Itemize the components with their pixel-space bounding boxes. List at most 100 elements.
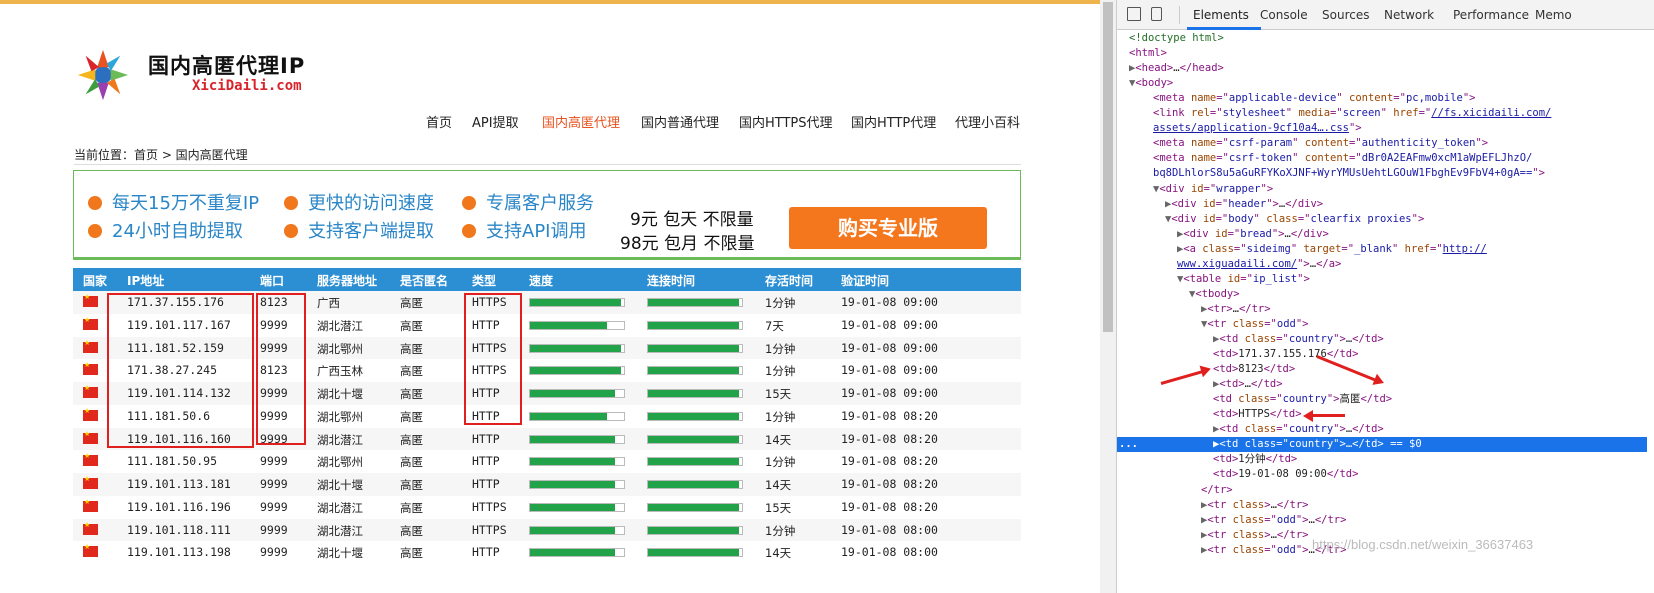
dom-node[interactable]: ▶<td class="country">…</td> — [1117, 422, 1647, 437]
nav-normal[interactable]: 国内普通代理 — [641, 112, 719, 131]
cell-verified: 19-01-08 08:00 — [841, 522, 938, 537]
dom-node[interactable]: www.xiguadaili.com/">…</a> — [1117, 257, 1647, 272]
conn-time-bar — [647, 525, 743, 535]
nav-https[interactable]: 国内HTTPS代理 — [739, 112, 833, 131]
nav-http[interactable]: 国内HTTP代理 — [851, 112, 936, 131]
dom-node[interactable]: ▼<table id="ip_list"> — [1117, 272, 1647, 287]
china-flag-icon — [83, 361, 98, 376]
dom-node[interactable]: assets/application-9cf10a4….css"> — [1117, 121, 1647, 136]
expand-toggle-icon[interactable]: ▶ — [1177, 243, 1183, 255]
speed-bar — [529, 320, 625, 330]
dom-node[interactable]: ▼<tr class="odd"> — [1117, 317, 1647, 332]
dom-node[interactable]: bq8DLhlorS8u5aGuRFYKoXJNF+WyrYMUsUehtLGO… — [1117, 166, 1647, 181]
dom-node[interactable]: ▶<tr class="odd">…</tr> — [1117, 513, 1647, 528]
nav-home[interactable]: 首页 — [426, 112, 452, 131]
dom-node[interactable]: ▶<a class="sideimg" target="_blank" href… — [1117, 242, 1647, 257]
table-row[interactable]: 111.181.50.95 9999 湖北鄂州 高匿 HTTP 1分钟 19-01-08 0… — [73, 450, 1021, 473]
dom-node-selected[interactable]: ... ▶<td class="country">…</td> == $0 — [1117, 437, 1647, 453]
dom-node[interactable]: <!doctype html> — [1117, 31, 1647, 46]
expand-toggle-icon[interactable]: ▶ — [1201, 499, 1207, 511]
feature-item: 更快的访问速度 — [284, 189, 434, 215]
expand-toggle-icon[interactable]: ▼ — [1177, 273, 1183, 285]
table-row[interactable]: 119.101.113.198 9999 湖北十堰 高匿 HTTP 14天 19-01-08… — [73, 541, 1021, 564]
dom-node[interactable]: <td class="country">高匿</td> — [1117, 392, 1647, 407]
dom-node[interactable]: ▼<div id="body" class="clearfix proxies"… — [1117, 212, 1647, 227]
dom-node[interactable]: ▶<div id="header">…</div> — [1117, 197, 1647, 212]
dom-node[interactable]: <link rel="stylesheet" media="screen" hr… — [1117, 106, 1647, 121]
table-row[interactable]: 119.101.118.111 9999 湖北潜江 高匿 HTTPS 1分钟 19-01-0… — [73, 518, 1021, 542]
china-flag-icon — [83, 293, 98, 307]
dom-node[interactable]: ▶<head>…</head> — [1117, 61, 1647, 76]
nav-wiki[interactable]: 代理小百科 — [955, 112, 1020, 131]
cell-server-addr: 湖北鄂州 — [317, 455, 363, 470]
dom-node[interactable]: <meta name="applicable-device" content="… — [1117, 91, 1647, 106]
conn-bar-fill — [648, 458, 740, 466]
expand-toggle-icon[interactable]: ▶ — [1177, 228, 1183, 240]
expand-toggle-icon[interactable]: ▶ — [1201, 303, 1207, 315]
cell-verified: 19-01-08 09:00 — [841, 363, 938, 378]
dom-node[interactable]: <td>171.37.155.176</td> — [1117, 347, 1647, 362]
dom-node[interactable]: ▼<body> — [1117, 76, 1647, 91]
expand-toggle-icon[interactable]: ▼ — [1129, 77, 1135, 89]
dom-node[interactable]: ▶<div id="bread">…</div> — [1117, 227, 1647, 242]
expand-toggle-icon[interactable]: ▼ — [1153, 183, 1159, 195]
expand-toggle-icon[interactable]: ▶ — [1213, 438, 1219, 450]
expand-toggle-icon[interactable]: ▼ — [1189, 288, 1195, 300]
scrollbar-thumb[interactable] — [1103, 2, 1113, 332]
dom-node[interactable]: <meta name="csrf-param" content="authent… — [1117, 136, 1647, 151]
more-options-icon[interactable]: ... — [1119, 437, 1138, 452]
tab-elements[interactable]: Elements — [1193, 8, 1249, 22]
tab-performance[interactable]: Performance — [1453, 8, 1529, 22]
expand-toggle-icon[interactable]: ▶ — [1165, 198, 1171, 210]
dom-node[interactable]: ▶<tr>…</tr> — [1117, 302, 1647, 317]
expand-toggle-icon[interactable]: ▶ — [1213, 423, 1219, 435]
dom-node[interactable]: ▶<tr class>…</tr> — [1117, 498, 1647, 513]
expand-toggle-icon[interactable]: ▶ — [1201, 544, 1207, 556]
dom-node[interactable]: <td>19-01-08 09:00</td> — [1117, 467, 1647, 482]
expand-toggle-icon[interactable]: ▶ — [1213, 333, 1219, 345]
nav-high-anon[interactable]: 国内高匿代理 — [542, 112, 620, 131]
expand-toggle-icon[interactable]: ▼ — [1165, 213, 1171, 225]
expand-toggle-icon[interactable]: ▼ — [1201, 318, 1207, 330]
tab-console[interactable]: Console — [1260, 8, 1308, 22]
expand-toggle-icon[interactable]: ▶ — [1201, 529, 1207, 541]
cell-ip: 119.101.113.198 — [127, 545, 231, 560]
dom-node[interactable]: <html> — [1117, 46, 1647, 61]
expand-toggle-icon[interactable]: ▶ — [1201, 514, 1207, 526]
logo-icon[interactable] — [74, 46, 132, 104]
cell-verified: 19-01-08 09:00 — [841, 386, 938, 400]
tab-memory[interactable]: Memo — [1535, 8, 1572, 22]
dom-node[interactable]: <td>HTTPS</td> — [1117, 407, 1647, 422]
table-row[interactable]: 119.101.113.181 9999 湖北十堰 高匿 HTTP 14天 19-01-08… — [73, 473, 1021, 496]
dom-node[interactable]: <meta name="csrf-token" content="dBr0A2E… — [1117, 151, 1647, 166]
inspect-element-icon[interactable] — [1127, 7, 1141, 21]
table-row[interactable]: 119.101.116.196 9999 湖北潜江 高匿 HTTPS 15天 19-01-0… — [73, 496, 1021, 519]
cell-port: 9999 — [260, 499, 288, 514]
tab-sources[interactable]: Sources — [1322, 8, 1369, 22]
device-toolbar-icon[interactable] — [1151, 7, 1162, 21]
expand-toggle-icon[interactable]: ▶ — [1129, 62, 1135, 74]
nav-api[interactable]: API提取 — [472, 112, 519, 131]
china-flag-icon — [83, 339, 98, 353]
col-type: 类型 — [472, 274, 497, 288]
dom-node[interactable]: ▼<tbody> — [1117, 287, 1647, 302]
speed-bar-fill — [530, 390, 615, 397]
cell-server-addr: 湖北潜江 — [317, 500, 363, 515]
buy-pro-button[interactable]: 购买专业版 — [789, 207, 987, 249]
promo-banner[interactable]: 每天15万不重复IP 更快的访问速度 专属客户服务 24小时自助提取 支持客户端… — [73, 170, 1021, 260]
speed-bar — [529, 389, 625, 398]
conn-bar-fill — [648, 435, 740, 443]
expand-toggle-icon[interactable]: ▶ — [1213, 378, 1219, 390]
speed-bar-fill — [530, 367, 622, 375]
dom-node[interactable]: ▼<div id="wrapper"> — [1117, 182, 1647, 197]
dom-node[interactable]: ▶<td class="country">…</td> — [1117, 332, 1647, 347]
dom-node[interactable]: <td>1分钟</td> — [1117, 452, 1647, 467]
china-flag-icon — [83, 384, 98, 398]
conn-time-bar — [647, 298, 743, 307]
speed-bar — [529, 434, 625, 444]
dom-node[interactable]: </tr> — [1117, 483, 1647, 498]
speed-bar-fill — [530, 481, 615, 488]
tab-network[interactable]: Network — [1384, 8, 1434, 22]
col-verified: 验证时间 — [841, 274, 890, 288]
page-scrollbar[interactable] — [1100, 0, 1116, 593]
